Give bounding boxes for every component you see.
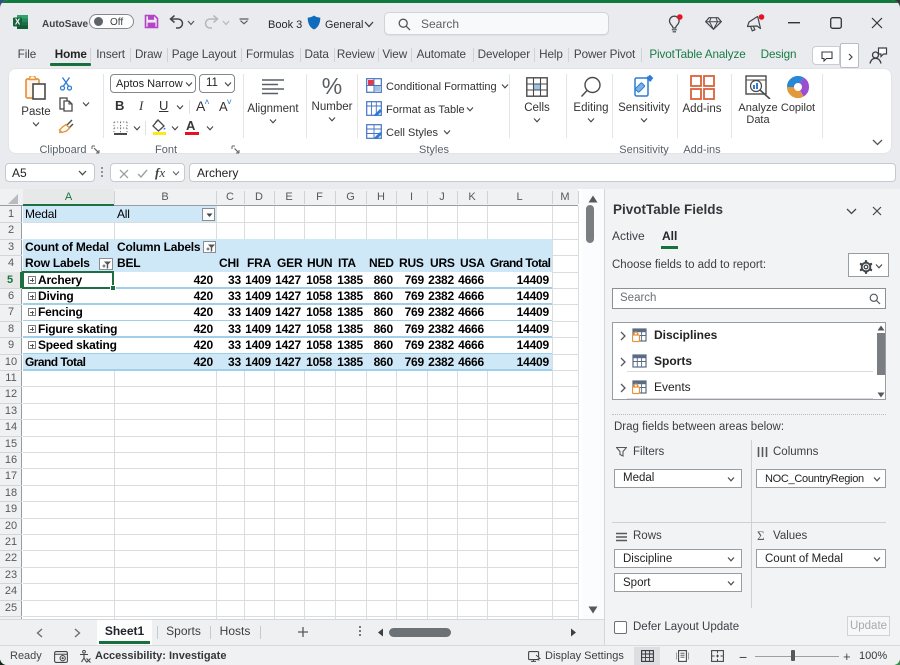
svg-text:X: X [15, 18, 21, 27]
